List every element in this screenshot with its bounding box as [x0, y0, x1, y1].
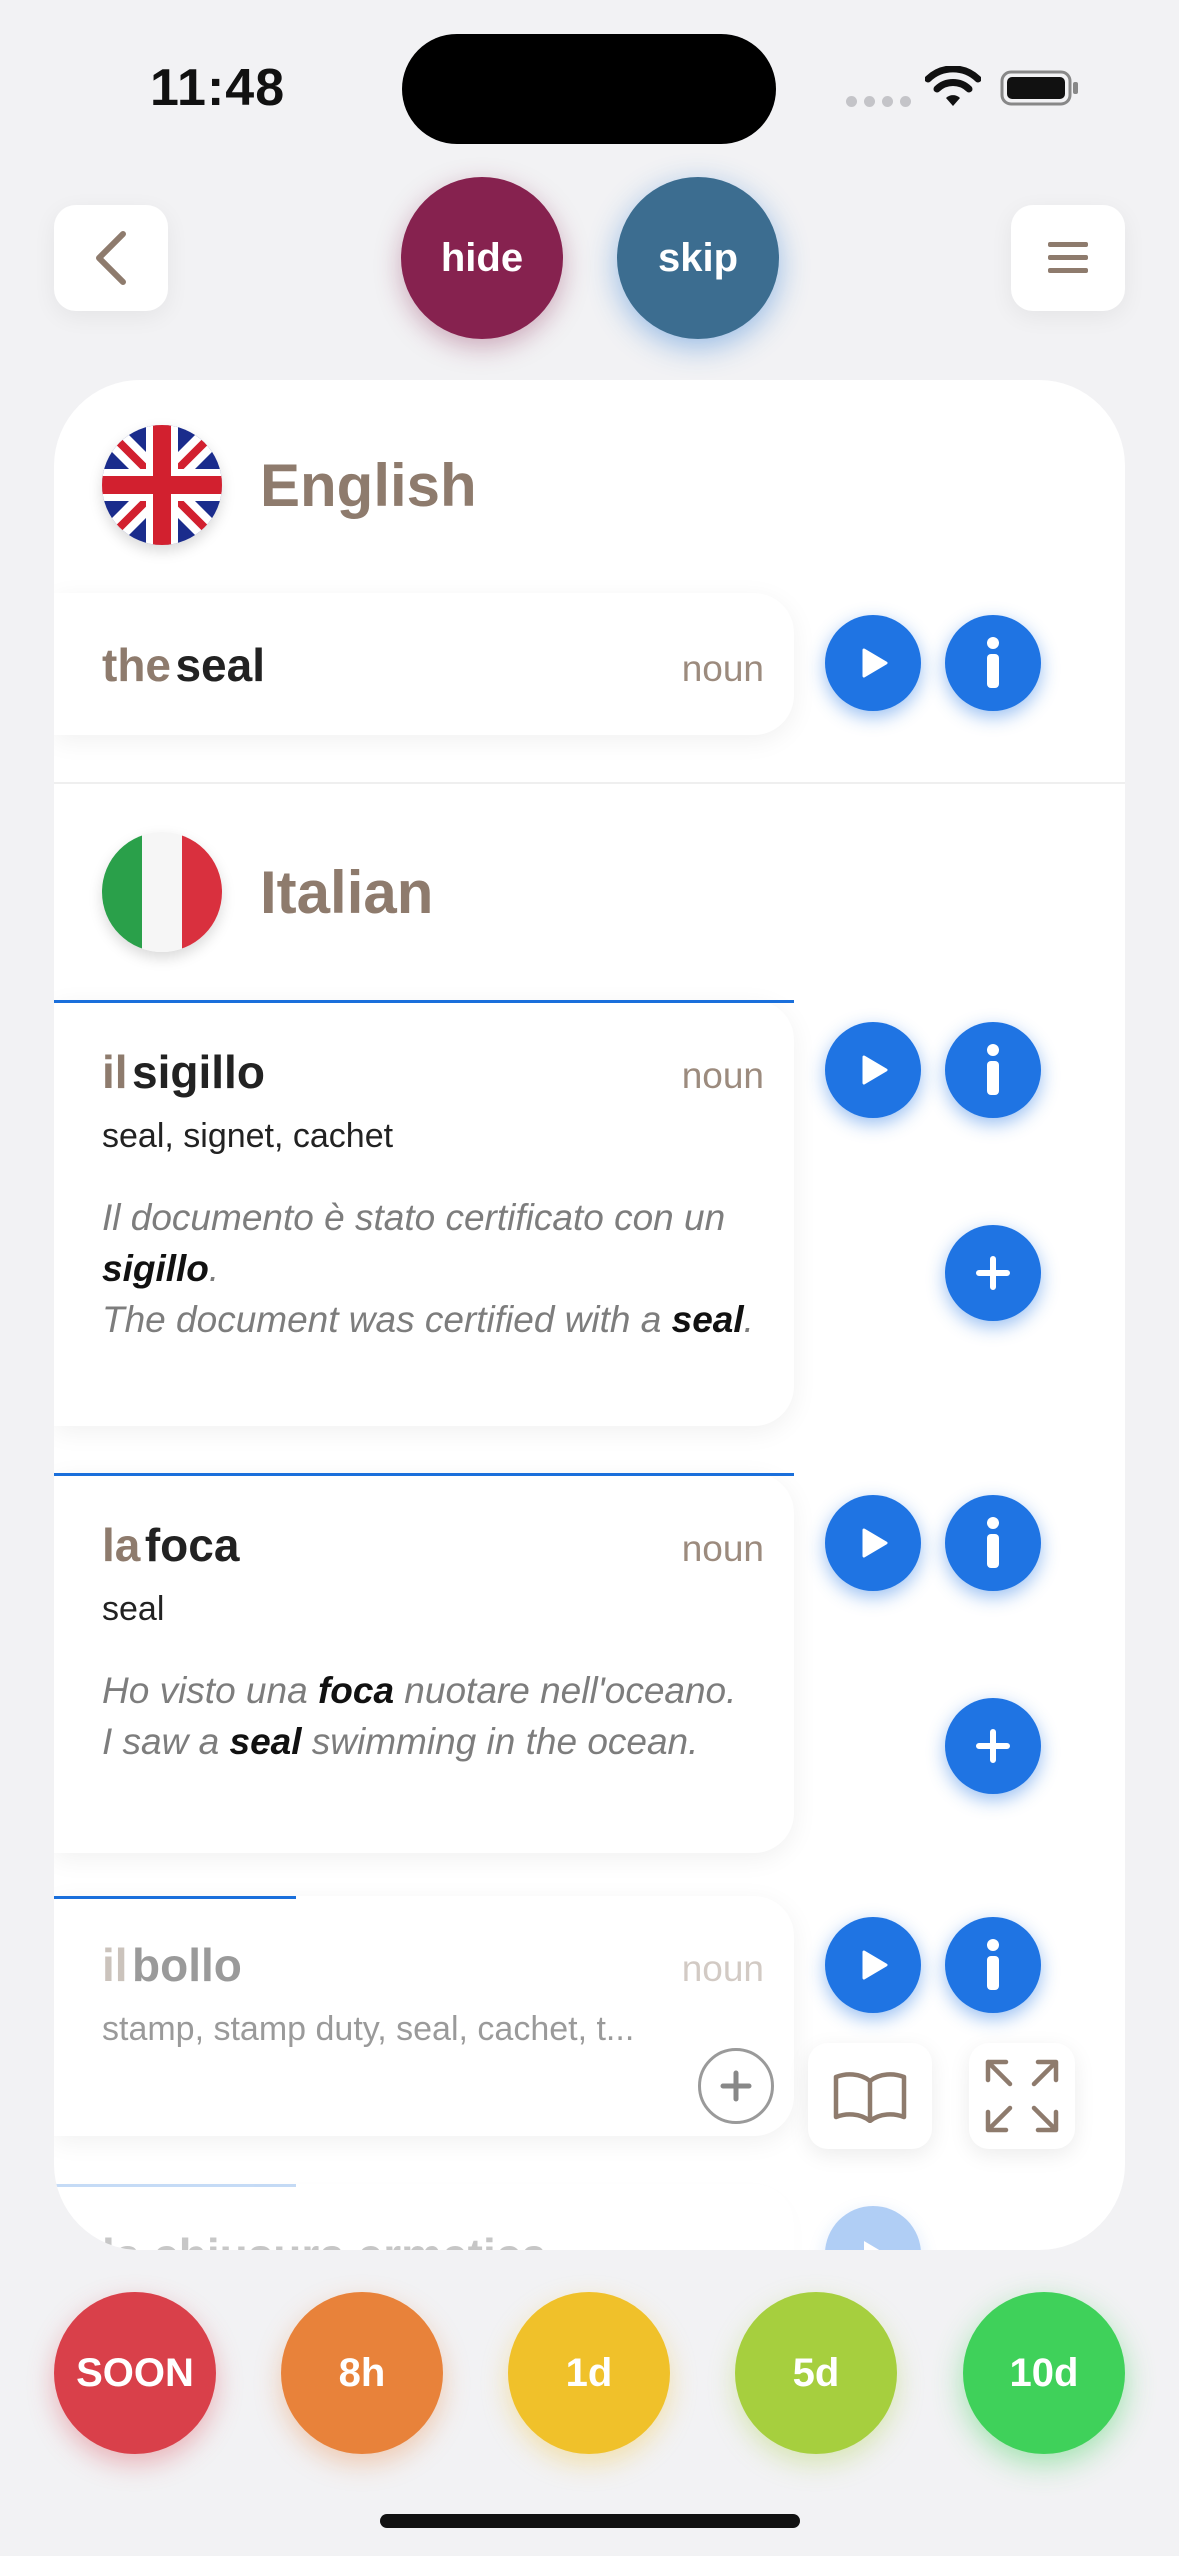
source-language-name: English [260, 451, 477, 519]
italy-flag-icon [102, 832, 222, 952]
play-icon [862, 648, 888, 678]
progress-line [54, 1000, 794, 1003]
play-icon [862, 1950, 888, 1980]
wifi-icon [925, 66, 981, 106]
info-icon [987, 1044, 999, 1095]
skip-button[interactable]: skip [617, 177, 779, 339]
article: the [102, 639, 171, 691]
play-audio-button[interactable] [825, 1495, 921, 1591]
play-audio-button[interactable] [825, 1917, 921, 2013]
rate-soon-button[interactable]: SOON [54, 2292, 216, 2454]
part-of-speech: noun [681, 1948, 764, 1989]
dynamic-island [402, 34, 776, 144]
headword: seal [175, 639, 265, 691]
dictionary-button[interactable] [808, 2043, 932, 2149]
translation-entry-bollo[interactable]: il bollo noun stamp, stamp duty, seal, c… [54, 1896, 794, 2136]
progress-line [54, 1896, 296, 1899]
chevron-left-icon [96, 231, 126, 285]
rate-10d-button[interactable]: 10d [963, 2292, 1125, 2454]
headword: bollo [132, 1939, 242, 1991]
article: il [102, 1939, 128, 1991]
headword: sigillo [132, 1046, 265, 1098]
book-icon [833, 2072, 907, 2123]
signal-icon [846, 96, 911, 107]
home-indicator[interactable] [380, 2514, 800, 2528]
play-icon [862, 1528, 888, 1558]
status-time: 11:48 [150, 59, 286, 117]
play-audio-button[interactable] [825, 1022, 921, 1118]
add-word-button[interactable] [945, 1698, 1041, 1794]
hamburger-icon [1048, 242, 1088, 273]
back-button[interactable] [54, 205, 168, 311]
menu-button[interactable] [1011, 205, 1125, 311]
progress-line [54, 2184, 296, 2187]
source-entry[interactable]: the seal noun [54, 593, 794, 735]
battery-icon [1000, 70, 1078, 106]
article: il [102, 1046, 128, 1098]
expand-icon [985, 2059, 1059, 2133]
translation-entry-chiusura[interactable]: la chiusura ermetica noun [54, 2184, 794, 2250]
play-audio-button[interactable] [825, 2206, 921, 2250]
info-icon [987, 1517, 999, 1568]
example-sentence: Il documento è stato certificato con un … [102, 1197, 754, 1340]
part-of-speech: noun [681, 648, 764, 689]
hide-button[interactable]: hide [401, 177, 563, 339]
headword: foca [144, 1519, 240, 1571]
target-language-header: Italian [102, 832, 433, 952]
play-icon [862, 1055, 888, 1085]
rate-1d-button[interactable]: 1d [508, 2292, 670, 2454]
word-card: English the seal noun Italian il sigillo… [54, 380, 1125, 2250]
article: la [102, 1519, 141, 1571]
translations: seal, signet, cachet [102, 1117, 394, 1155]
rate-5d-button[interactable]: 5d [735, 2292, 897, 2454]
add-word-outline-button[interactable] [698, 2048, 774, 2124]
translation-entry-foca[interactable]: la foca noun seal Ho visto una foca nuot… [54, 1473, 794, 1853]
example-sentence: Ho visto una foca nuotare nell'oceano. I… [102, 1670, 737, 1762]
progress-line [54, 1473, 794, 1476]
translations: seal [102, 1590, 165, 1628]
translation-entry-sigillo[interactable]: il sigillo noun seal, signet, cachet Il … [54, 1000, 794, 1426]
play-icon [864, 2241, 880, 2250]
part-of-speech: noun [681, 1055, 764, 1096]
info-button[interactable] [945, 1495, 1041, 1591]
source-language-header: English [102, 425, 477, 545]
plus-icon [720, 2070, 752, 2102]
headword: la chiusura ermetica [102, 2229, 547, 2250]
plus-icon [976, 1256, 1010, 1290]
info-button[interactable] [945, 1022, 1041, 1118]
info-button[interactable] [945, 615, 1041, 711]
part-of-speech: noun [681, 1528, 764, 1569]
expand-button[interactable] [969, 2043, 1075, 2149]
info-button[interactable] [945, 1917, 1041, 2013]
uk-flag-icon [102, 425, 222, 545]
play-audio-button[interactable] [825, 615, 921, 711]
part-of-speech: noun [682, 2238, 764, 2250]
info-icon [987, 637, 999, 688]
plus-icon [976, 1729, 1010, 1763]
translations: stamp, stamp duty, seal, cachet, t... [102, 2010, 635, 2048]
info-icon [987, 1939, 999, 1990]
rate-8h-button[interactable]: 8h [281, 2292, 443, 2454]
add-word-button[interactable] [945, 1225, 1041, 1321]
section-divider [54, 782, 1125, 784]
target-language-name: Italian [260, 858, 434, 926]
